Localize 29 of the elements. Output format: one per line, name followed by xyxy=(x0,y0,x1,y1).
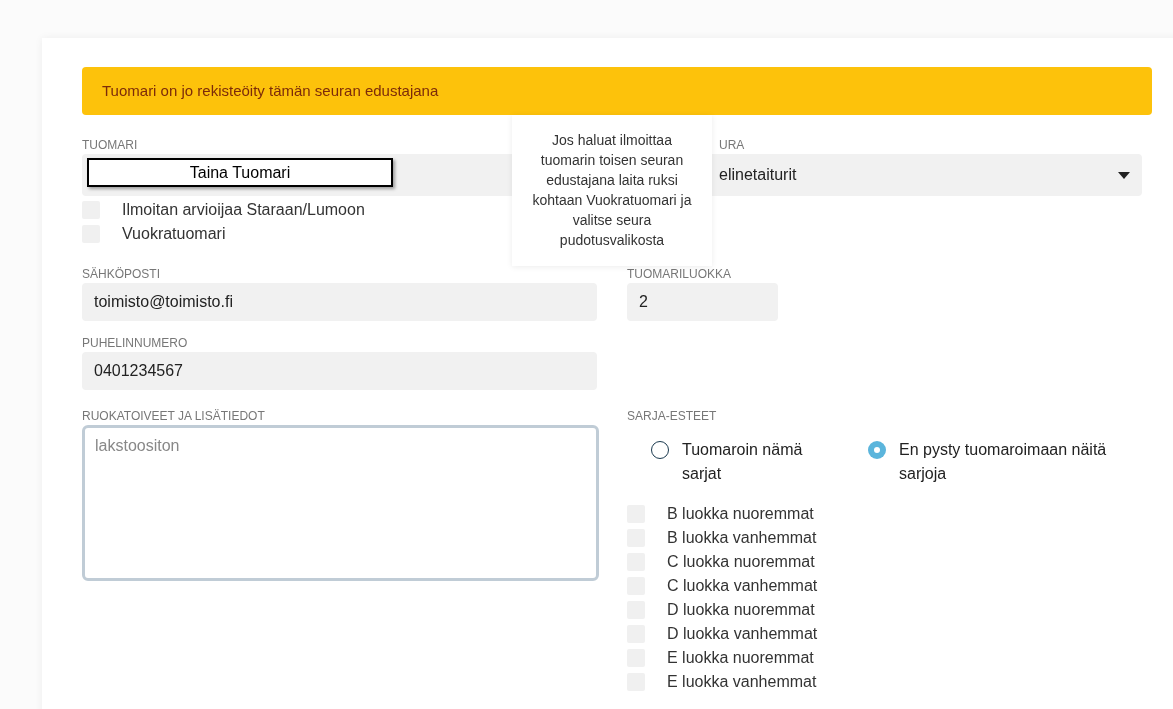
suggestion-item[interactable]: Taina Tuomari xyxy=(87,158,393,187)
radio-label[interactable]: En pysty tuomaroimaan näitä sarjoja xyxy=(899,438,1149,486)
checkbox-label[interactable]: E luokka vanhemmat xyxy=(667,670,817,694)
input-field[interactable]: 0401234567 xyxy=(82,352,597,390)
checkbox-label[interactable]: D luokka vanhemmat xyxy=(667,622,818,646)
checkbox-label[interactable]: C luokka vanhemmat xyxy=(667,574,818,598)
checkbox-label[interactable]: B luokka nuoremmat xyxy=(667,502,814,526)
select-value: elinetaiturit xyxy=(719,165,797,185)
field-label: URA xyxy=(719,137,745,153)
field-label: TUOMARI xyxy=(82,137,138,153)
field-label: PUHELINNUMERO xyxy=(82,335,188,351)
checkbox-label[interactable]: Vuokratuomari xyxy=(122,222,226,246)
text-area[interactable]: lakstoositon xyxy=(82,425,599,581)
radio-button[interactable] xyxy=(868,441,886,459)
field-label: TUOMARILUOKKA xyxy=(627,266,731,282)
field-label: SARJA-ESTEET xyxy=(627,408,717,424)
field-label: SÄHKÖPOSTI xyxy=(82,266,161,282)
checkbox-label[interactable]: E luokka nuoremmat xyxy=(667,646,814,670)
tooltip: Jos haluat ilmoittaa tuomarin toisen seuran edustajana laita ruksi kohtaan Vuokratuomari ja valitse seura pudotusvalikosta xyxy=(512,115,712,266)
checkbox-label[interactable]: B luokka vanhemmat xyxy=(667,526,817,550)
checkbox-label[interactable]: D luokka nuoremmat xyxy=(667,598,815,622)
field-label: RUOKATOIVEET JA LISÄTIEDOT xyxy=(82,408,265,424)
radio-label[interactable]: Tuomaroin nämä sarjat xyxy=(682,438,812,486)
alert-banner: Tuomari on jo rekisteöity tämän seuran edustajana xyxy=(82,67,1152,115)
input-field[interactable]: toimisto@toimisto.fi xyxy=(82,283,597,321)
checkbox-label[interactable]: Ilmoitan arvioijaa Staraan/Lumoon xyxy=(122,198,365,222)
input-field[interactable]: 2 xyxy=(627,283,778,321)
checkbox-label[interactable]: C luokka nuoremmat xyxy=(667,550,815,574)
caret-icon xyxy=(1118,171,1130,179)
